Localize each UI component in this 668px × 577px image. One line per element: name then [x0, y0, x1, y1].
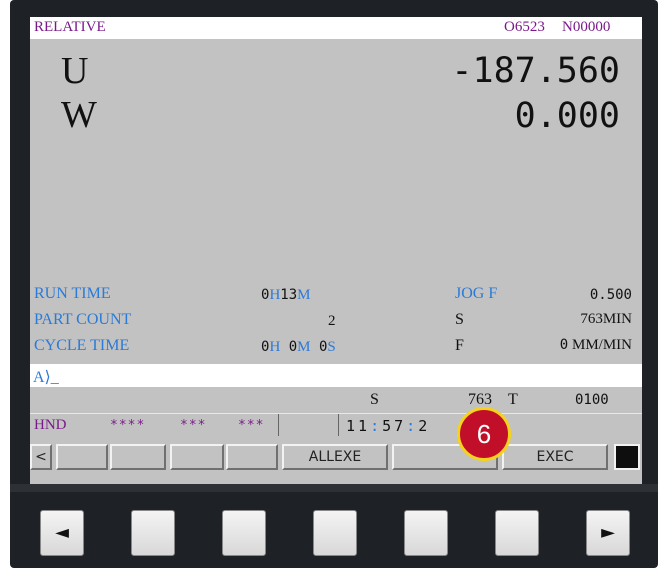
header-bar: RELATIVE O6523 N00000: [30, 17, 642, 39]
softkey-1b[interactable]: [110, 444, 166, 470]
hardware-softkey-3[interactable]: [313, 510, 357, 556]
status-field-2: ***: [180, 418, 207, 433]
status-field-1: ****: [110, 418, 146, 433]
run-time-label: RUN TIME: [34, 285, 111, 302]
sequence-number: N00000: [562, 19, 611, 35]
jog-f-label: JOG F: [455, 285, 498, 302]
position-mode: RELATIVE: [34, 19, 106, 35]
axis-u-name: U: [61, 50, 89, 92]
hardware-softkey-5[interactable]: [495, 510, 539, 556]
feed-value: 0 MM/MIN: [559, 337, 632, 353]
softkey-2a[interactable]: [170, 444, 224, 470]
cycle-time-label: CYCLE TIME: [34, 337, 130, 354]
exec-softkey[interactable]: EXEC: [502, 444, 608, 470]
cnc-screen: RELATIVE O6523 N00000 U -187.560 W 0.000…: [30, 17, 642, 484]
softkey-next[interactable]: [614, 444, 640, 470]
cycle-time-value: 0H 0M 0S: [261, 339, 336, 355]
axis-w-name: W: [61, 94, 97, 136]
callout-badge: 6: [457, 407, 511, 461]
allexe-softkey[interactable]: ALLEXE: [282, 444, 388, 470]
jog-f-value: 0.500: [589, 287, 632, 303]
mode-indicator: HND: [34, 417, 67, 433]
status-field-3: ***: [238, 418, 265, 433]
hardware-softkey-1[interactable]: [131, 510, 175, 556]
clock: 11:57:2: [346, 417, 431, 435]
status-line: HND **** *** *** 11:57:2: [30, 413, 642, 437]
axis-w-value: 0.000: [514, 96, 620, 136]
spindle-label: S: [455, 311, 464, 328]
softkey-prev[interactable]: <: [30, 444, 52, 470]
hardware-key-right-arrow[interactable]: ►: [586, 510, 630, 556]
bezel-strip: [10, 484, 658, 492]
hardware-softkey-2[interactable]: [222, 510, 266, 556]
program-number: O6523: [504, 19, 545, 35]
hardware-softkey-4[interactable]: [404, 510, 448, 556]
part-count-value: 2: [328, 313, 336, 329]
hardware-key-left-arrow[interactable]: ◄: [40, 510, 84, 556]
spindle-tool-bar: S 763 T 0100: [30, 388, 642, 410]
axis-u-value: -187.560: [451, 51, 620, 91]
spindle-speed: 763MIN: [580, 311, 632, 327]
softkey-1a[interactable]: [56, 444, 108, 470]
softkey-2b[interactable]: [226, 444, 278, 470]
feed-label: F: [455, 337, 464, 354]
t-value: 0100: [575, 392, 609, 408]
soft-key-bar: < ALLEXE EXEC: [30, 442, 642, 470]
part-count-label: PART COUNT: [34, 311, 132, 328]
s-label: S: [370, 391, 379, 408]
t-label: T: [508, 391, 518, 408]
command-input[interactable]: A⟩_: [30, 364, 642, 387]
run-time-value: 0H13M: [261, 287, 311, 303]
